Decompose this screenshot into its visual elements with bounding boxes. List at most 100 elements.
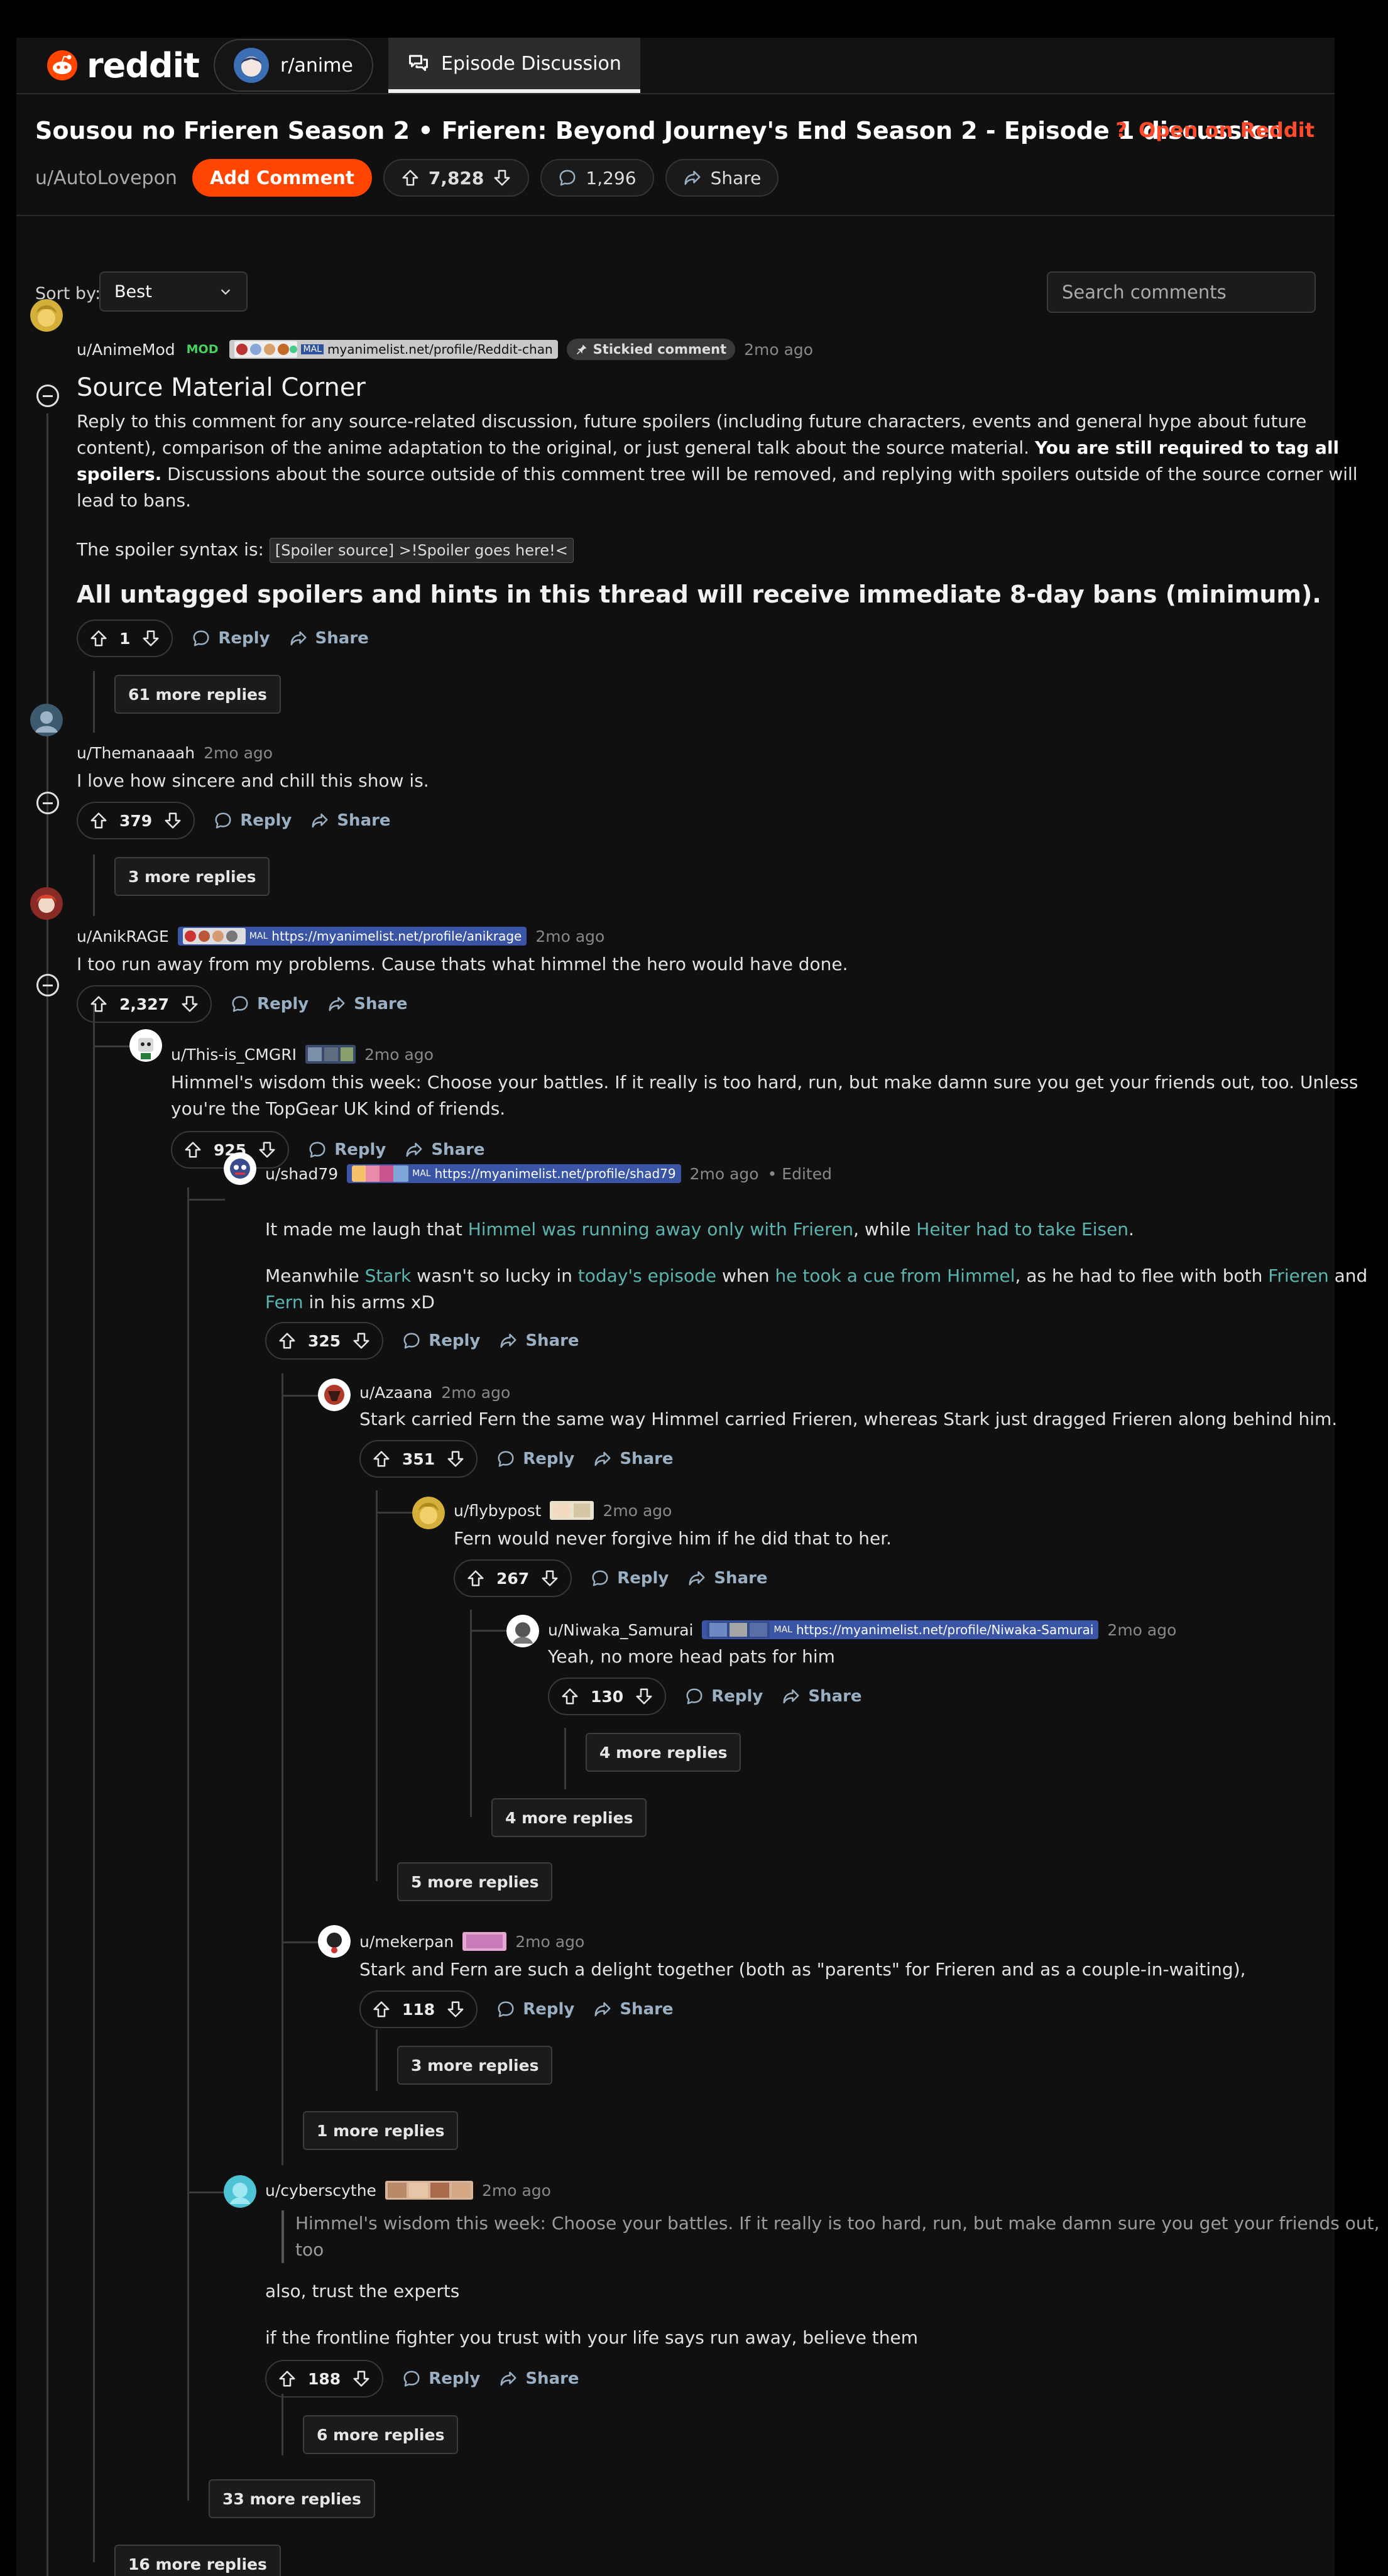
comment-author[interactable]: u/Themanaaah [77, 744, 195, 762]
reply-button[interactable]: Reply [591, 1569, 669, 1588]
arrow-up-icon[interactable] [560, 1687, 579, 1706]
reply-button[interactable]: Reply [192, 629, 270, 648]
reply-button[interactable]: Reply [496, 1449, 574, 1468]
arrow-up-icon[interactable] [89, 811, 108, 830]
arrow-down-icon[interactable] [141, 629, 160, 648]
reply-button[interactable]: Reply [496, 2000, 574, 2019]
comment-author[interactable]: u/Azaana [359, 1384, 432, 1402]
comment-actions: 118 Reply Share [359, 1990, 674, 2028]
arrow-up-icon[interactable] [278, 2369, 297, 2388]
more-replies-button[interactable]: 3 more replies [114, 857, 270, 896]
thread-line [281, 1395, 319, 1397]
arrow-down-icon[interactable] [446, 2000, 465, 2019]
avatar[interactable] [30, 887, 63, 920]
avatar[interactable] [224, 2175, 256, 2208]
more-replies-button[interactable]: 33 more replies [209, 2479, 375, 2518]
spoiler-link[interactable]: he took a cue from Himmel [775, 1265, 1015, 1286]
post-author[interactable]: u/AutoLovepon [35, 167, 177, 189]
reply-button[interactable]: Reply [685, 1687, 763, 1706]
speech-bubble-icon [496, 2000, 515, 2019]
share-button[interactable]: Share [289, 629, 369, 648]
avatar[interactable] [318, 1378, 351, 1411]
share-button[interactable]: Share [593, 2000, 674, 2019]
avatar[interactable] [318, 1925, 351, 1958]
avatar[interactable] [30, 704, 63, 736]
post-comments-count[interactable]: 1,296 [540, 159, 654, 197]
more-replies-button[interactable]: 3 more replies [397, 2046, 553, 2085]
spoiler-link[interactable]: Stark [365, 1265, 412, 1286]
share-button[interactable]: Share [327, 995, 407, 1013]
comment-author[interactable]: u/flybypost [454, 1502, 541, 1520]
comment-author[interactable]: u/mekerpan [359, 1933, 454, 1951]
comment-author[interactable]: u/cyberscythe [265, 2181, 376, 2200]
arrow-up-icon[interactable] [401, 168, 420, 187]
more-replies-button[interactable]: 5 more replies [397, 1862, 553, 1901]
tab-episode-discussion-label: Episode Discussion [441, 52, 621, 75]
comment-body: Fern would never forgive him if he did t… [454, 1528, 892, 1549]
avatar[interactable] [412, 1497, 445, 1529]
avatar[interactable] [506, 1615, 539, 1647]
collapse-thread-button[interactable] [36, 385, 59, 407]
arrow-up-icon[interactable] [372, 2000, 391, 2019]
arrow-up-icon[interactable] [89, 995, 108, 1013]
reply-button[interactable]: Reply [308, 1140, 386, 1159]
comment-line: Himmel's wisdom this week: Choose your b… [171, 1072, 1358, 1093]
arrow-down-icon[interactable] [446, 1449, 465, 1468]
reply-button[interactable]: Reply [231, 995, 309, 1013]
arrow-down-icon[interactable] [163, 811, 182, 830]
post-share-button[interactable]: Share [665, 159, 779, 197]
spoiler-link[interactable]: Heiter had to take Eisen [916, 1219, 1128, 1240]
search-comments-input[interactable]: Search comments [1047, 271, 1316, 313]
arrow-down-icon[interactable] [352, 1331, 371, 1350]
avatar[interactable] [129, 1029, 162, 1062]
arrow-down-icon[interactable] [352, 2369, 371, 2388]
comment-author[interactable]: u/AnikRAGE [77, 927, 169, 946]
arrow-down-icon[interactable] [635, 1687, 653, 1706]
collapse-thread-button[interactable] [36, 792, 59, 814]
arrow-down-icon[interactable] [540, 1569, 559, 1588]
share-button[interactable]: Share [405, 1140, 485, 1159]
tab-subreddit[interactable]: r/anime [214, 39, 373, 92]
avatar[interactable] [30, 299, 63, 332]
share-button[interactable]: Share [782, 1687, 862, 1706]
arrow-down-icon[interactable] [493, 168, 511, 187]
comment-author[interactable]: u/Niwaka_Samurai [548, 1621, 693, 1639]
arrow-down-icon[interactable] [180, 995, 199, 1013]
share-button[interactable]: Share [499, 2369, 579, 2388]
collapse-thread-button[interactable] [36, 974, 59, 996]
arrow-up-icon[interactable] [183, 1140, 202, 1159]
tab-episode-discussion[interactable]: Episode Discussion [388, 38, 640, 93]
share-button[interactable]: Share [310, 811, 391, 830]
arrow-up-icon[interactable] [466, 1569, 485, 1588]
spoiler-link[interactable]: Fern [265, 1292, 303, 1313]
more-replies-button[interactable]: 1 more replies [303, 2111, 459, 2150]
arrow-up-icon[interactable] [278, 1331, 297, 1350]
spoiler-link[interactable]: today's episode [578, 1265, 716, 1286]
spoiler-link[interactable]: Frieren [1268, 1265, 1328, 1286]
arrow-up-icon[interactable] [372, 1449, 391, 1468]
share-button[interactable]: Share [593, 1449, 674, 1468]
reply-button[interactable]: Reply [402, 2369, 480, 2388]
comment-author[interactable]: u/shad79 [265, 1165, 338, 1183]
arrow-up-icon[interactable] [89, 629, 108, 648]
comment-actions: 379 Reply Share [77, 802, 391, 839]
spoiler-link[interactable]: Himmel was running away only with Friere… [468, 1219, 853, 1240]
more-replies-button[interactable]: 61 more replies [114, 675, 281, 714]
share-button[interactable]: Share [499, 1331, 579, 1350]
more-replies-button[interactable]: 16 more replies [114, 2545, 281, 2576]
comment-author[interactable]: u/AnimeMod [77, 341, 175, 359]
comment-author[interactable]: u/This-is_CMGRI [171, 1045, 297, 1064]
reply-button[interactable]: Reply [402, 1331, 480, 1350]
more-replies-button[interactable]: 6 more replies [303, 2415, 459, 2454]
share-button[interactable]: Share [687, 1569, 768, 1588]
reddit-logo[interactable]: reddit [46, 46, 200, 85]
avatar[interactable] [224, 1152, 256, 1185]
reply-button[interactable]: Reply [214, 811, 292, 830]
sort-select[interactable]: Best [99, 271, 248, 312]
more-replies-button[interactable]: 4 more replies [491, 1798, 647, 1837]
arrow-down-icon[interactable] [258, 1140, 276, 1159]
open-on-reddit-link[interactable]: ? Open on Reddit [1115, 118, 1314, 142]
add-comment-button[interactable]: Add Comment [192, 159, 372, 197]
more-replies-button[interactable]: 4 more replies [586, 1733, 741, 1772]
user-flair: MAL https://myanimelist.net/profile/shad… [347, 1164, 681, 1183]
